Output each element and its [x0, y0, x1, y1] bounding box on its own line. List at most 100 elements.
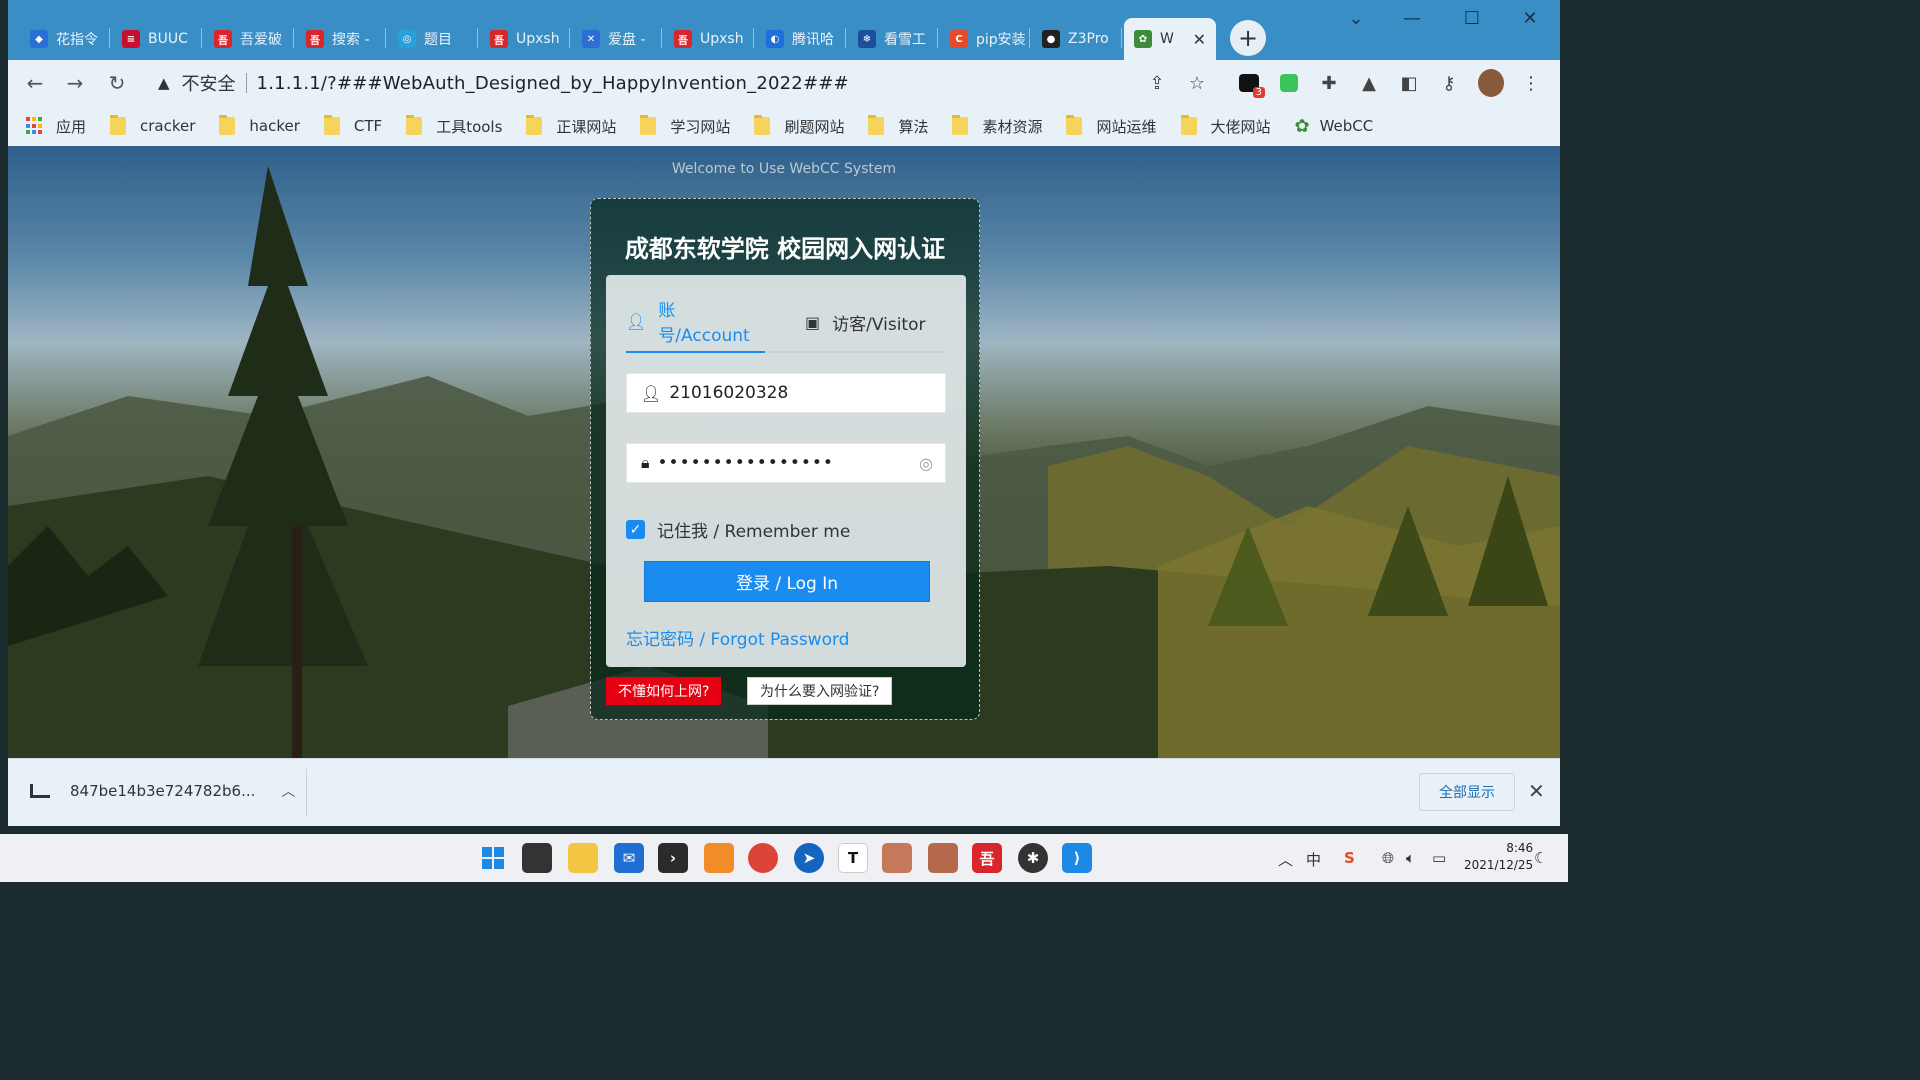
browser-tab[interactable]: ◎ 题目 — [388, 18, 478, 60]
remember-me-checkbox[interactable]: ✓ 记住我 / Remember me — [626, 517, 850, 542]
battery-icon[interactable]: ▭ — [1432, 849, 1446, 867]
mail-icon[interactable]: ✉ — [614, 843, 644, 873]
more-menu-icon[interactable]: ⋮ — [1518, 70, 1544, 96]
bookmark-item[interactable]: 素材资源 — [952, 115, 1042, 137]
profile-avatar[interactable] — [1478, 69, 1504, 97]
app-avatar-icon[interactable] — [882, 843, 912, 873]
network-globe-icon[interactable]: 🌐︎ — [1382, 849, 1394, 867]
tab-label: 花指令 — [56, 32, 98, 48]
extension-badge-count: 3 — [1252, 87, 1265, 98]
bookmark-item[interactable]: 正课网站 — [526, 115, 617, 137]
chrome-icon[interactable] — [748, 843, 778, 873]
url-text[interactable]: 1.1.1.1/?###WebAuth_Designed_by_HappyInv… — [257, 73, 849, 94]
tab-search-chevron-icon[interactable]: ⌄ — [1336, 8, 1376, 29]
checkbox-checked-icon[interactable]: ✓ — [626, 520, 645, 539]
bookmark-star-icon[interactable]: ☆ — [1184, 70, 1210, 96]
bookmark-item[interactable]: hacker — [219, 115, 300, 135]
back-button[interactable]: ← — [22, 71, 48, 95]
bookmark-label: cracker — [140, 117, 196, 135]
tab-favicon-icon: ≡ — [122, 30, 140, 48]
bookmark-item[interactable]: 网站运维 — [1066, 115, 1157, 137]
sogou-icon[interactable]: S — [1344, 849, 1355, 867]
labs-flask-icon[interactable]: ▲ — [1356, 70, 1382, 96]
share-icon[interactable]: ⇪ — [1144, 70, 1170, 96]
browser-tab[interactable]: ◆ 花指令 — [20, 18, 110, 60]
new-tab-button[interactable]: + — [1230, 20, 1266, 56]
start-button[interactable] — [478, 843, 508, 873]
insecure-label[interactable]: 不安全 — [182, 70, 236, 96]
task-view-icon[interactable] — [522, 843, 552, 873]
how-to-connect-button[interactable]: 不懂如何上网? — [606, 677, 722, 705]
forward-button[interactable]: → — [62, 71, 88, 95]
bookmark-item[interactable]: 大佬网站 — [1180, 115, 1271, 137]
browser-tab[interactable]: 吾 Upxsh — [480, 18, 570, 60]
side-panel-icon[interactable]: ◧ — [1396, 70, 1422, 96]
browser-tab[interactable]: ◐ 腾讯哈 — [756, 18, 846, 60]
folder-icon — [1180, 115, 1197, 135]
tab-visitor[interactable]: ▣ 访客/Visitor — [805, 295, 925, 353]
ime-indicator[interactable]: 中 — [1306, 849, 1321, 870]
system-clock[interactable]: 8:46 2021/12/25 — [1464, 840, 1533, 874]
browser-tab-active[interactable]: ✿ W ✕ — [1124, 18, 1216, 60]
vscode-icon[interactable]: ⟩ — [1062, 843, 1092, 873]
browser-tab[interactable]: 吾搜索 - — [296, 18, 386, 60]
close-tab-icon[interactable]: ✕ — [1193, 30, 1206, 49]
bookmark-item[interactable]: CTF — [323, 115, 382, 135]
browser-tab[interactable]: ● Z3Pro — [1032, 18, 1122, 60]
chevron-up-icon[interactable]: ︿ — [281, 781, 295, 801]
why-authenticate-button[interactable]: 为什么要入网验证? — [747, 677, 893, 705]
tab-favicon-icon: ❄ — [858, 30, 876, 48]
bookmark-item[interactable]: 刷题网站 — [754, 115, 844, 137]
volume-icon[interactable]: 🔈︎ — [1406, 849, 1415, 867]
login-button[interactable]: 登录 / Log In — [644, 561, 930, 602]
browser-tab[interactable]: 吾吾爱破 — [204, 18, 294, 60]
bookmark-item[interactable]: 学习网站 — [640, 115, 730, 137]
tab-favicon-icon: ◆ — [30, 30, 48, 48]
password-value: •••••••••••••••• — [657, 453, 834, 473]
tab-strip: + ⌄ — ☐ ✕ ◆ 花指令 ≡ BUUC 吾吾爱破吾搜索 - ◎ 题目吾 Upxsh ✕ 爱盘… — [8, 0, 1560, 60]
folder-icon — [754, 115, 771, 135]
green-extension-icon[interactable] — [1276, 70, 1302, 96]
reload-button[interactable]: ↻ — [104, 71, 130, 95]
close-download-bar-button[interactable]: ✕ — [1528, 779, 1545, 803]
extensions-puzzle-icon[interactable]: ✚ — [1316, 70, 1342, 96]
tab-account[interactable]: 👤︎ 账号/Account — [626, 295, 765, 353]
folder-icon — [952, 115, 969, 135]
tray-chevron-icon[interactable]: ︿ — [1278, 849, 1293, 870]
notifications-moon-icon[interactable]: ☾ — [1534, 849, 1547, 867]
typora-icon[interactable]: T — [838, 843, 868, 873]
bookmark-item[interactable]: 算法 — [868, 115, 928, 137]
bug-icon[interactable]: ✱ — [1018, 843, 1048, 873]
eye-slash-icon[interactable]: ◎ — [919, 454, 933, 473]
folder-icon — [640, 115, 657, 135]
terminal-icon[interactable]: › — [658, 843, 688, 873]
file-explorer-icon[interactable] — [568, 843, 598, 873]
forgot-password-link[interactable]: 忘记密码 / Forgot Password — [626, 625, 849, 650]
browser-tab[interactable]: ❄ 看雪工 — [848, 18, 938, 60]
feishu-icon[interactable]: ➤ — [794, 843, 824, 873]
username-input[interactable]: 👤︎ 21016020328 — [626, 373, 946, 413]
password-input[interactable]: 🔒︎ •••••••••••••••• ◎ — [626, 443, 946, 483]
browser-tab[interactable]: Cpip安装 — [940, 18, 1030, 60]
address-bar[interactable]: ▲ 不安全 1.1.1.1/?###WebAuth_Designed_by_Ha… — [148, 66, 1228, 100]
browser-tab[interactable]: 吾 Upxsh — [664, 18, 754, 60]
minimize-button[interactable]: — — [1392, 8, 1432, 29]
remote-app-icon[interactable] — [704, 843, 734, 873]
show-all-downloads-button[interactable]: 全部显示 — [1419, 773, 1515, 811]
browser-tab[interactable]: ✕ 爱盘 - — [572, 18, 662, 60]
folder-icon — [323, 115, 340, 135]
52pojie-icon[interactable]: 吾 — [972, 843, 1002, 873]
bookmark-item[interactable]: ✿ WebCC — [1295, 116, 1374, 137]
password-key-icon[interactable]: ⚷ — [1436, 70, 1462, 96]
app-avatar2-icon[interactable] — [928, 843, 958, 873]
download-item[interactable]: 847be14b3e724782b6... ︿ — [30, 781, 295, 801]
close-window-button[interactable]: ✕ — [1510, 8, 1550, 29]
extension-badge-icon[interactable]: 3 — [1236, 70, 1265, 98]
maximize-button[interactable]: ☐ — [1452, 8, 1492, 29]
browser-tab[interactable]: ≡ BUUC — [112, 18, 202, 60]
bookmark-item[interactable]: 工具tools — [406, 115, 502, 137]
tab-favicon-icon: 吾 — [214, 30, 232, 48]
bookmark-item[interactable]: 应用 — [26, 116, 86, 137]
bookmark-label: 正课网站 — [556, 117, 617, 136]
bookmark-item[interactable]: cracker — [110, 115, 196, 135]
